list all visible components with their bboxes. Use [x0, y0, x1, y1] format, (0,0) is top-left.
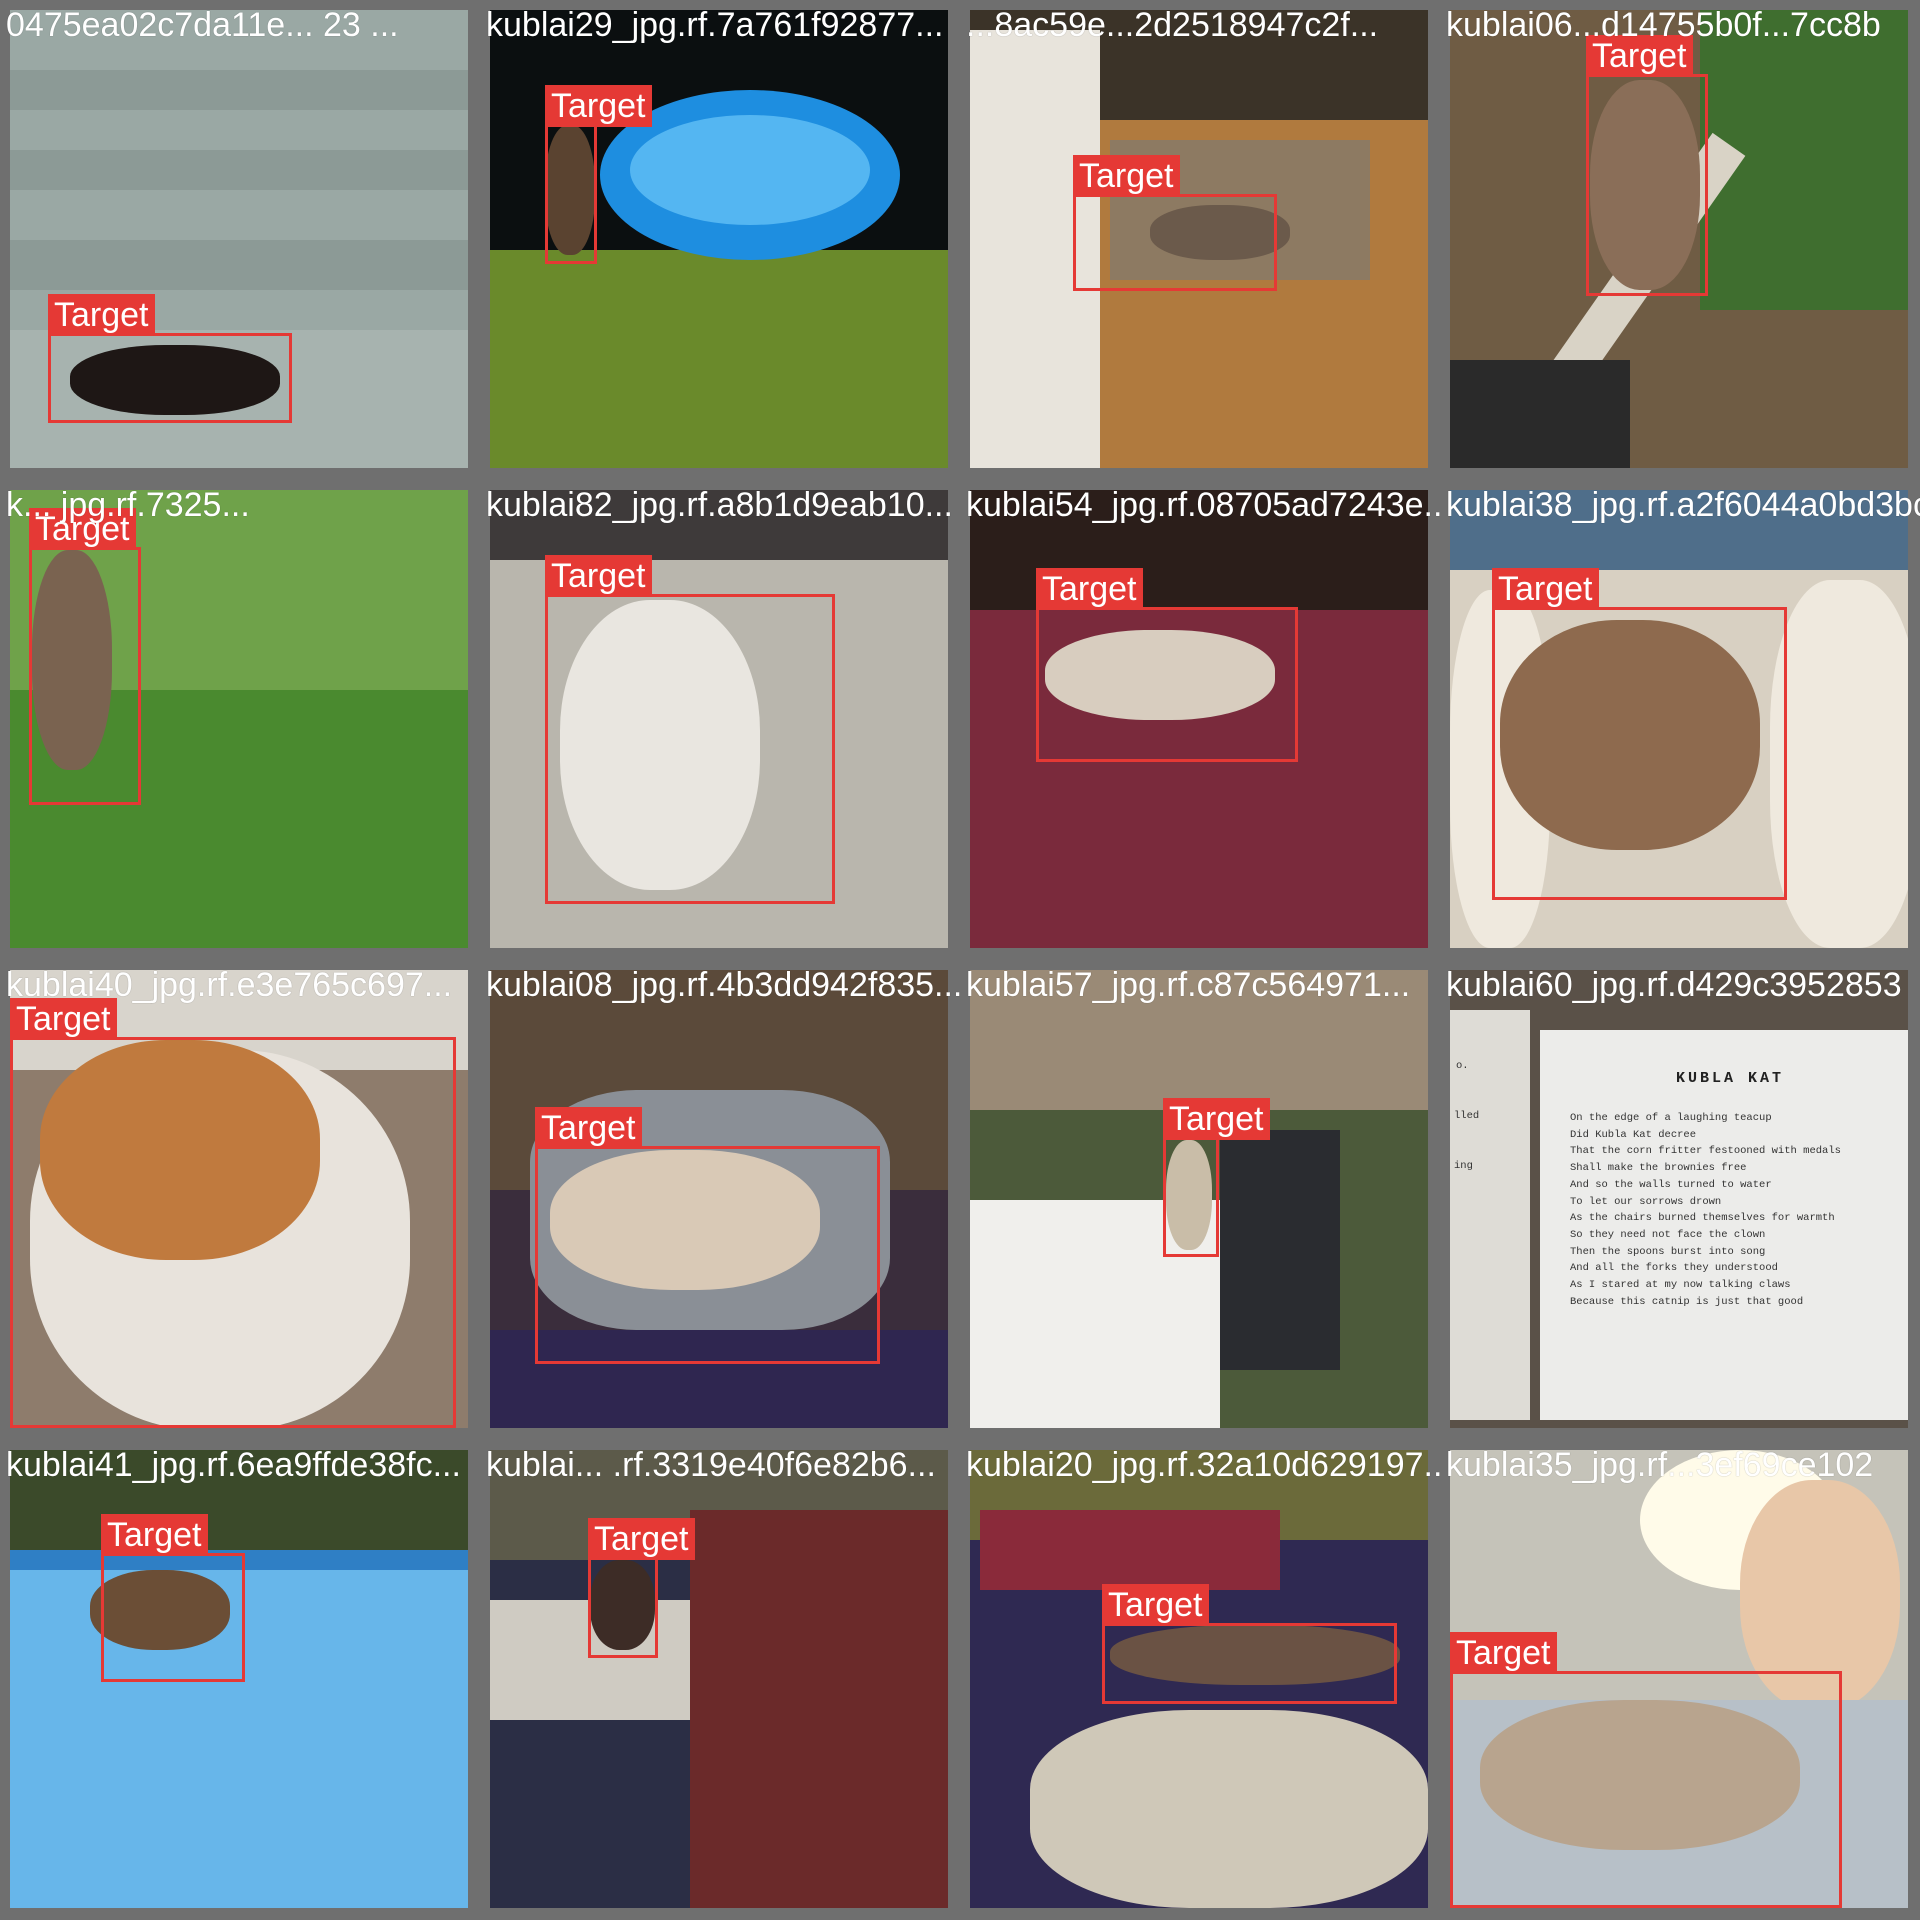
tile-caption: k... jpg.rf.7325... [6, 486, 250, 524]
bounding-box: Target [1492, 568, 1787, 900]
bounding-box: Target [101, 1514, 245, 1682]
poem-line: To let our sorrows drown [1570, 1195, 1722, 1208]
image-grid: Target 0475ea02c7da11e... 23 ... Target … [0, 0, 1920, 1920]
tile-caption: 0475ea02c7da11e... 23 ... [6, 6, 399, 44]
tile-caption: kublai54_jpg.rf.08705ad7243e... [966, 486, 1440, 524]
poem-line: Shall make the brownies free [1570, 1162, 1747, 1175]
tile-caption: kublai41_jpg.rf.6ea9ffde38fc... [6, 1446, 461, 1484]
poem-line: And all the forks they understood [1570, 1262, 1778, 1275]
grid-tile: Target kublai57_jpg.rf.c87c564971... [960, 960, 1440, 1440]
poem-line: Did Kubla Kat decree [1570, 1128, 1697, 1141]
page-fragment: o. [1456, 1060, 1469, 1072]
poem-line: As the chairs burned themselves for warm… [1570, 1212, 1835, 1225]
photo: Target [970, 970, 1428, 1428]
bounding-box-label: Target [545, 85, 652, 127]
grid-tile: Target kublai29_jpg.rf.7a761f92877... [480, 0, 960, 480]
bounding-box-label: Target [535, 1107, 642, 1149]
grid-tile: Target kublai08_jpg.rf.4b3dd942f835... [480, 960, 960, 1440]
grid-tile: KUBLA KAT On the edge of a laughing teac… [1440, 960, 1920, 1440]
tile-caption: kublai82_jpg.rf.a8b1d9eab10... [486, 486, 953, 524]
poem-line: That the corn fritter festooned with med… [1570, 1145, 1841, 1158]
grid-tile: Target kublai06...d14755b0f...7cc8b [1440, 0, 1920, 480]
tile-caption: kublai... .rf.3319e40f6e82b6... [486, 1446, 936, 1484]
bounding-box: Target [48, 294, 292, 423]
photo: Target [490, 970, 948, 1428]
grid-tile: Target kublai20_jpg.rf.32a10d629197... [960, 1440, 1440, 1920]
photo: Target [1450, 10, 1908, 468]
photo: Target [10, 970, 468, 1428]
poem-line: So they need not face the clown [1570, 1228, 1766, 1241]
bounding-box: Target [1586, 35, 1708, 296]
bounding-box: Target [1102, 1584, 1397, 1704]
photo: KUBLA KAT On the edge of a laughing teac… [1450, 970, 1908, 1428]
poem-line: On the edge of a laughing teacup [1570, 1112, 1772, 1124]
photo: Target [10, 1450, 468, 1908]
photo: Target [10, 490, 468, 948]
tile-caption: kublai06...d14755b0f...7cc8b [1446, 6, 1881, 44]
photo: Target [490, 10, 948, 468]
bounding-box: Target [29, 508, 141, 805]
tile-caption: kublai08_jpg.rf.4b3dd942f835... [486, 966, 960, 1004]
grid-tile: Target kublai82_jpg.rf.a8b1d9eab10... [480, 480, 960, 960]
poem-line: And so the walls turned to water [1570, 1178, 1772, 1191]
tile-caption: kublai60_jpg.rf.d429c3952853 [1446, 966, 1902, 1004]
photo: Target [490, 490, 948, 948]
poem-line: As I stared at my now talking claws [1570, 1279, 1791, 1292]
bounding-box: Target [535, 1107, 880, 1364]
bounding-box-label: Target [48, 294, 155, 336]
poem-line: Then the spoons burst into song [1570, 1245, 1766, 1258]
bounding-box: Target [1450, 1632, 1842, 1908]
photo: Target [1450, 490, 1908, 948]
bounding-box: Target [10, 998, 456, 1428]
tile-caption: kublai35_jpg.rf...3ef69ce102 [1446, 1446, 1874, 1484]
poem-lines: On the edge of a laughing teacup Did Kub… [1570, 1110, 1841, 1310]
photo: Target [1450, 1450, 1908, 1908]
bounding-box: Target [1163, 1098, 1270, 1257]
photo: Target [970, 1450, 1428, 1908]
bounding-box-label: Target [1163, 1098, 1270, 1140]
tile-caption: kublai57_jpg.rf.c87c564971... [966, 966, 1411, 1004]
bounding-box-label: Target [1102, 1584, 1209, 1626]
tile-caption: kublai38_jpg.rf.a2f6044a0bd3bc [1446, 486, 1920, 524]
poem-line: Because this catnip is just that good [1570, 1295, 1804, 1308]
bounding-box: Target [1036, 568, 1298, 762]
tile-caption: kublai20_jpg.rf.32a10d629197... [966, 1446, 1440, 1484]
bounding-box-label: Target [545, 555, 652, 597]
grid-tile: Target k... jpg.rf.7325... [0, 480, 480, 960]
tile-caption: ...8ac59e...2d2518947c2f... [966, 6, 1379, 44]
bounding-box-label: Target [588, 1518, 695, 1560]
grid-tile: Target kublai38_jpg.rf.a2f6044a0bd3bc [1440, 480, 1920, 960]
bounding-box: Target [1073, 155, 1277, 291]
photo: Target [490, 1450, 948, 1908]
bounding-box: Target [545, 555, 835, 904]
page-fragment: lled [1454, 1110, 1480, 1122]
bounding-box-label: Target [1492, 568, 1599, 610]
photo: Target [970, 10, 1428, 468]
grid-tile: Target kublai40_jpg.rf.e3e765c697... [0, 960, 480, 1440]
grid-tile: Target kublai54_jpg.rf.08705ad7243e... [960, 480, 1440, 960]
bounding-box: Target [588, 1518, 695, 1658]
photo: Target [10, 10, 468, 468]
grid-tile: Target ...8ac59e...2d2518947c2f... [960, 0, 1440, 480]
bounding-box-label: Target [1036, 568, 1143, 610]
grid-tile: Target kublai41_jpg.rf.6ea9ffde38fc... [0, 1440, 480, 1920]
tile-caption: kublai29_jpg.rf.7a761f92877... [486, 6, 944, 44]
bounding-box: Target [545, 85, 652, 264]
bounding-box-label: Target [101, 1514, 208, 1556]
bounding-box-label: Target [1450, 1632, 1557, 1674]
bounding-box-label: Target [1073, 155, 1180, 197]
poem-title: KUBLA KAT [1675, 1070, 1784, 1087]
grid-tile: Target kublai35_jpg.rf...3ef69ce102 [1440, 1440, 1920, 1920]
tile-caption: kublai40_jpg.rf.e3e765c697... [6, 966, 453, 1004]
page-fragment: ing [1454, 1160, 1473, 1172]
grid-tile: Target 0475ea02c7da11e... 23 ... [0, 0, 480, 480]
book-page: KUBLA KAT On the edge of a laughing teac… [1540, 1030, 1908, 1420]
photo: Target [970, 490, 1428, 948]
grid-tile: Target kublai... .rf.3319e40f6e82b6... [480, 1440, 960, 1920]
